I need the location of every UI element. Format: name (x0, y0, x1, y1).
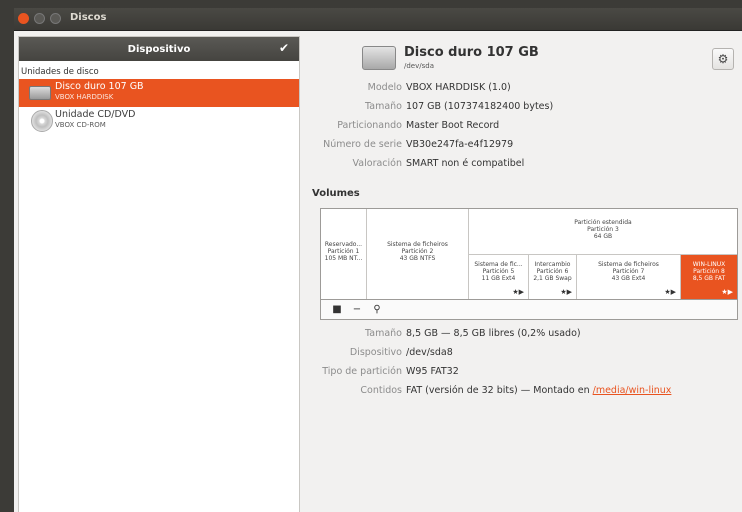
disk-serial-row: Número de serie VB30e247fa-e4f12979 (312, 139, 738, 155)
mounted-play-icon: ★▶ (721, 288, 733, 296)
field-value: W95 FAT32 (406, 366, 459, 377)
disk-device-path: /dev/sda (404, 62, 434, 70)
partition-2-segment[interactable]: Sistema de ficheiros Partición 2 43 GB N… (367, 209, 469, 299)
gear-icon: ⚙ (717, 52, 729, 66)
segment-line: Reservado... (324, 241, 363, 248)
segment-line: Partición 6 (536, 268, 569, 275)
window-title: Discos (70, 12, 107, 23)
field-value: FAT (versión de 32 bits) — Montado en /m… (406, 385, 671, 396)
field-value: VB30e247fa-e4f12979 (406, 139, 514, 150)
stop-button[interactable]: ■ (329, 302, 345, 316)
segment-line: 43 GB NTFS (399, 255, 436, 262)
field-label: Modelo (367, 82, 402, 93)
sidebar-item-name: Unidade CD/DVD (55, 109, 136, 120)
field-label: Dispositivo (349, 347, 402, 358)
partition-5-segment[interactable]: Sistema de fic... Partición 5 11 GB Ext4… (469, 255, 529, 299)
wrench-icon: ⚲ (373, 303, 381, 315)
field-value: 8,5 GB — 8,5 GB libres (0,2% usado) (406, 328, 581, 339)
segment-line: Partición 2 (401, 248, 434, 255)
mount-point-link[interactable]: /media/win-linux (593, 385, 672, 396)
field-label: Número de serie (323, 139, 402, 150)
mounted-play-icon: ★▶ (560, 288, 572, 296)
segment-line: 105 MB NT... (324, 255, 363, 262)
sidebar-item-hard-disk[interactable]: Disco duro 107 GB VBOX HARDDISK (19, 79, 299, 107)
segment-line: Partición 1 (327, 248, 360, 255)
minus-icon: − (352, 303, 362, 315)
partition-contents-row: Contidos FAT (versión de 32 bits) — Mont… (312, 385, 738, 401)
segment-line: 8,5 GB FAT (692, 275, 726, 282)
partition-1-segment[interactable]: Reservado... Partición 1 105 MB NT... (321, 209, 367, 299)
volume-toolbar: ■ − ⚲ (320, 300, 738, 320)
maximize-window-button[interactable] (50, 13, 61, 24)
volumes-map: Reservado... Partición 1 105 MB NT... Si… (320, 208, 738, 300)
segment-line: Sistema de ficheiros (598, 261, 659, 268)
segment-line: WIN-LINUX (692, 261, 726, 268)
hard-disk-icon (362, 46, 396, 70)
mounted-play-icon: ★▶ (512, 288, 524, 296)
segment-line: Partición 8 (693, 268, 725, 275)
field-value: VBOX HARDDISK (1.0) (406, 82, 511, 93)
title-bar[interactable]: Discos (14, 8, 742, 31)
sidebar-item-sub: VBOX CD-ROM (55, 121, 106, 129)
delete-partition-button[interactable]: − (349, 302, 365, 316)
segment-line: 43 GB Ext4 (611, 275, 646, 282)
checkmark-icon[interactable]: ✔ (279, 41, 289, 55)
segment-line: Partición 7 (612, 268, 645, 275)
partition-8-segment[interactable]: WIN-LINUX Partición 8 8,5 GB FAT ★▶ (681, 255, 737, 299)
field-value: 107 GB (107374182400 bytes) (406, 101, 554, 112)
field-label: Tipo de partición (322, 366, 402, 377)
segment-line: 11 GB Ext4 (481, 275, 516, 282)
mounted-play-icon: ★▶ (664, 288, 676, 296)
volumes-heading: Volumes (312, 188, 360, 199)
segment-line: 2,1 GB Swap (533, 275, 572, 282)
field-label: Particionando (337, 120, 402, 131)
field-value: /dev/sda8 (406, 347, 453, 358)
segment-line: Partición 5 (482, 268, 515, 275)
segment-line: Sistema de fic... (474, 261, 523, 268)
sidebar-item-cd-dvd[interactable]: Unidade CD/DVD VBOX CD-ROM (19, 107, 299, 135)
sidebar-group-label: Unidades de disco (21, 67, 99, 77)
field-label: Contidos (360, 385, 402, 396)
optical-disc-icon (31, 110, 53, 132)
field-label: Tamaño (365, 101, 402, 112)
field-value: SMART non é compatibel (406, 158, 525, 169)
disk-settings-button[interactable]: ⚙ (712, 48, 734, 70)
segment-line: Intercambio (534, 261, 571, 268)
segment-line: Partición 3 (587, 226, 619, 233)
field-label: Valoración (352, 158, 402, 169)
contents-text: FAT (versión de 32 bits) — Montado en (406, 385, 593, 396)
partition-size-row: Tamaño 8,5 GB — 8,5 GB libres (0,2% usad… (312, 328, 738, 344)
disks-window: Discos Dispositivo ✔ Unidades de disco D… (14, 8, 742, 512)
disk-details-panel: Disco duro 107 GB /dev/sda ⚙ Modelo VBOX… (312, 36, 738, 512)
stop-icon: ■ (332, 303, 342, 315)
disk-partitioning-row: Particionando Master Boot Record (312, 120, 738, 136)
segment-line: Partición estendida (574, 219, 632, 226)
sidebar-item-sub: VBOX HARDDISK (55, 93, 114, 101)
hard-disk-icon (29, 86, 51, 100)
partition-type-row: Tipo de partición W95 FAT32 (312, 366, 738, 382)
partition-6-segment[interactable]: Intercambio Partición 6 2,1 GB Swap ★▶ (529, 255, 577, 299)
device-sidebar: Dispositivo ✔ Unidades de disco Disco du… (18, 36, 300, 512)
partition-7-segment[interactable]: Sistema de ficheiros Partición 7 43 GB E… (577, 255, 681, 299)
partition-device-row: Dispositivo /dev/sda8 (312, 347, 738, 363)
segment-line: 64 GB (593, 233, 613, 240)
close-window-button[interactable] (18, 13, 29, 24)
field-value: Master Boot Record (406, 120, 500, 131)
partition-options-button[interactable]: ⚲ (369, 302, 385, 316)
sidebar-item-name: Disco duro 107 GB (55, 81, 144, 92)
disk-assessment-row: Valoración SMART non é compatibel (312, 158, 738, 174)
field-label: Tamaño (365, 328, 402, 339)
segment-line: Sistema de ficheiros (387, 241, 448, 248)
disk-size-row: Tamaño 107 GB (107374182400 bytes) (312, 101, 738, 117)
minimize-window-button[interactable] (34, 13, 45, 24)
sidebar-header: Dispositivo ✔ (19, 37, 299, 61)
partition-3-extended-segment[interactable]: Partición estendida Partición 3 64 GB (469, 209, 737, 255)
disk-model-row: Modelo VBOX HARDDISK (1.0) (312, 82, 738, 98)
sidebar-header-label: Dispositivo (127, 43, 191, 55)
disk-title: Disco duro 107 GB (404, 45, 539, 60)
